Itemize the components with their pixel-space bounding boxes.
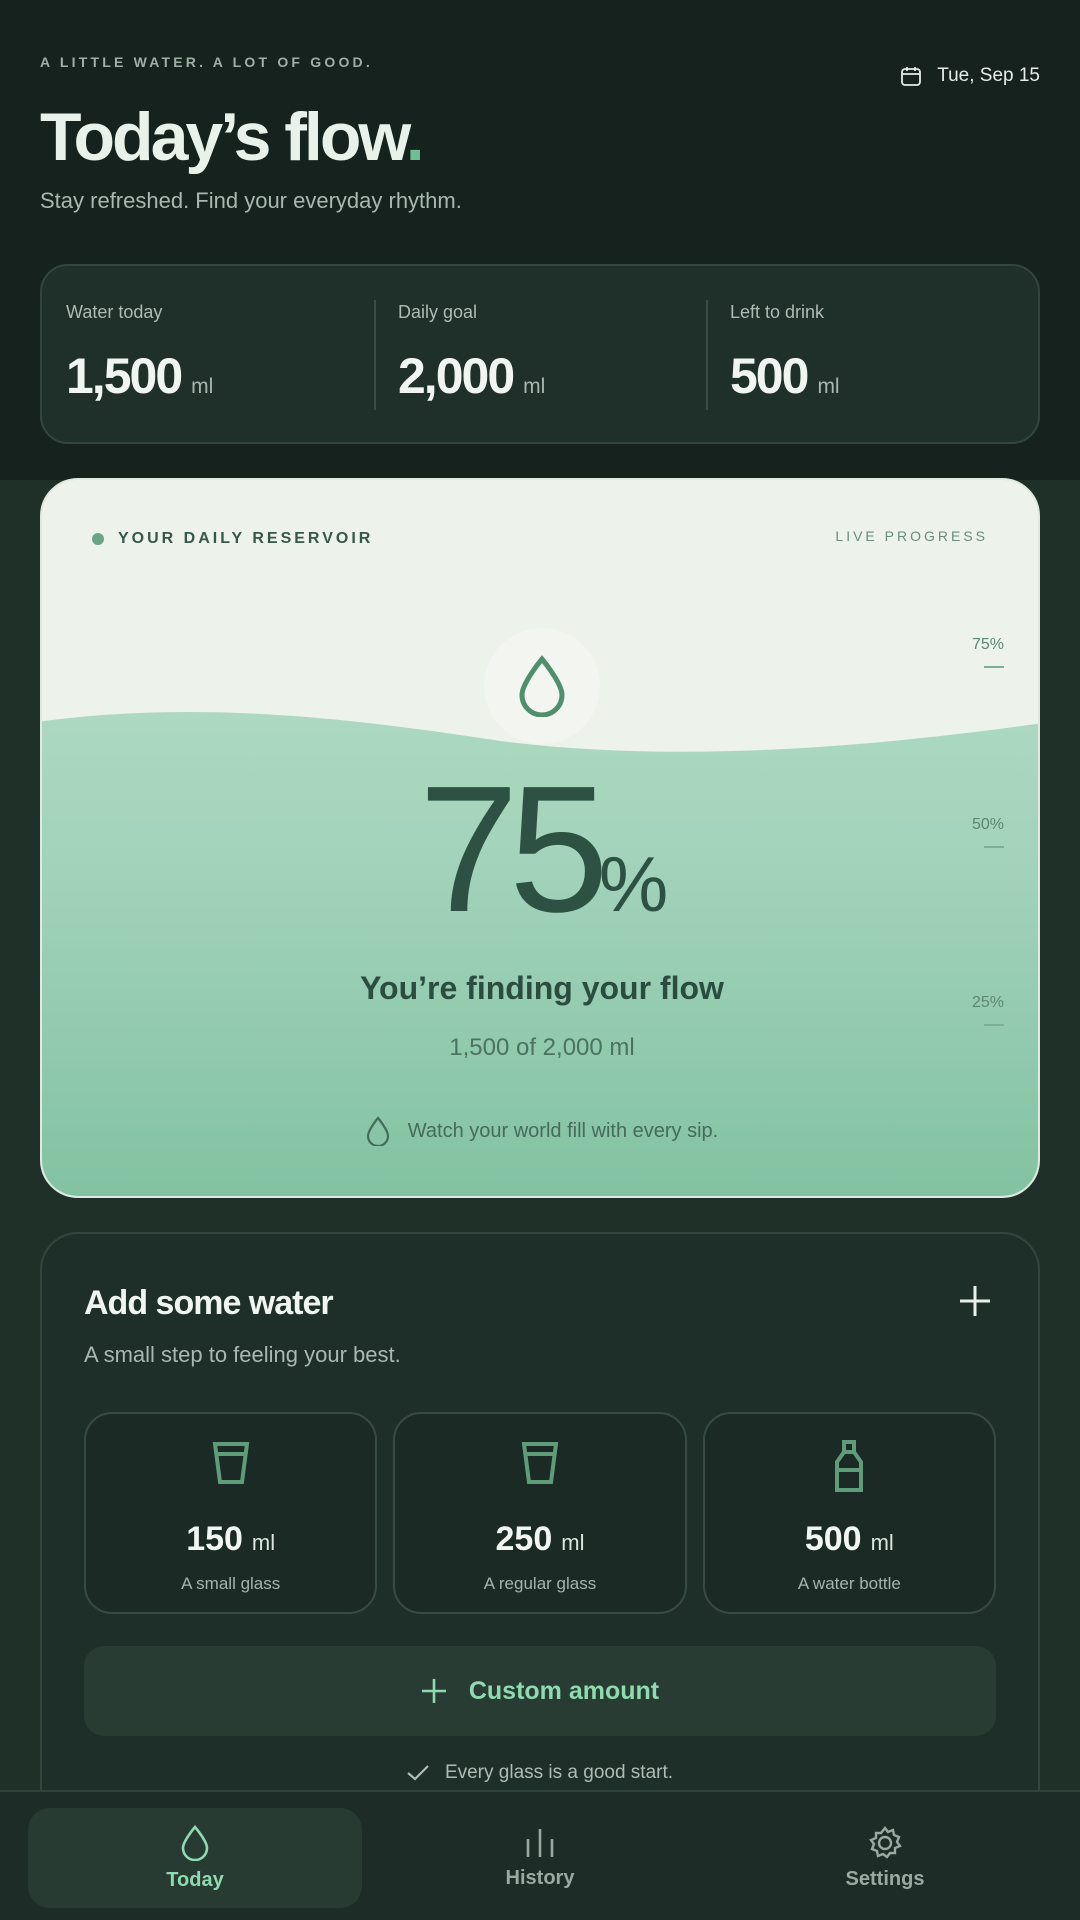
watch-hint: Watch your world fill with every sip.	[42, 1116, 1038, 1146]
stat-unit: ml	[523, 375, 546, 398]
glass-icon	[212, 1442, 249, 1484]
progress-amount: 1,500 of 2,000 ml	[449, 1034, 635, 1061]
bars-icon	[526, 1828, 554, 1857]
add-water-subtitle: A small step to feeling your best.	[84, 1342, 401, 1367]
plus-icon	[421, 1679, 446, 1703]
reservoir-card: YOUR DAILY RESERVOIR LIVE PROGRESS 75% 5…	[40, 478, 1040, 1198]
progress-message: You’re finding your flow	[360, 970, 724, 1006]
status-dot	[92, 533, 104, 545]
preset-500-button[interactable]: 500 ml A water bottle	[702, 1412, 996, 1614]
drop-badge	[484, 628, 600, 744]
stat-left-to-drink: Left to drink 500 ml	[706, 266, 1038, 442]
bottom-nav: Today History Settings	[0, 1790, 1080, 1920]
drop-icon	[519, 655, 565, 717]
progress-percent: 75%	[418, 749, 669, 950]
plus-icon[interactable]	[958, 1284, 992, 1318]
page-title: Today’s flow.	[40, 99, 425, 175]
glass-icon	[521, 1442, 559, 1484]
preset-250-button[interactable]: 250 ml A regular glass	[393, 1412, 687, 1614]
nav-settings[interactable]: Settings	[718, 1808, 1052, 1908]
drop-icon	[181, 1824, 209, 1861]
tagline: A LITTLE WATER. A LOT OF GOOD.	[40, 54, 373, 70]
stat-unit: ml	[191, 375, 214, 398]
title-dot: .	[405, 99, 425, 175]
stat-value: 500	[730, 348, 809, 404]
date-button[interactable]: Tue, Sep 15	[899, 64, 1040, 88]
nav-history[interactable]: History	[373, 1808, 707, 1908]
encouragement-hint: Every glass is a good start.	[42, 1762, 1038, 1784]
stat-label: Water today	[66, 302, 163, 322]
live-progress-label: LIVE PROGRESS	[835, 528, 988, 544]
preset-150-button[interactable]: 150 ml A small glass	[84, 1412, 378, 1614]
page-subtitle: Stay refreshed. Find your everyday rhyth…	[40, 188, 462, 213]
custom-amount-button[interactable]: Custom amount	[84, 1646, 996, 1736]
calendar-icon	[901, 67, 922, 86]
drop-outline-icon	[366, 1116, 389, 1146]
stat-water-today: Water today 1,500 ml	[42, 266, 374, 442]
stats-card: Water today 1,500 ml Daily goal 2,000 ml L…	[40, 264, 1040, 444]
add-water-title: Add some water	[84, 1284, 334, 1322]
preset-list: 150 ml A small glass 250 ml A regular glas…	[84, 1412, 996, 1614]
stat-value: 1,500	[66, 348, 183, 404]
stat-label: Left to drink	[730, 302, 825, 322]
stat-unit: ml	[817, 375, 840, 398]
stat-daily-goal: Daily goal 2,000 ml	[374, 266, 706, 442]
check-icon	[407, 1765, 429, 1781]
tick-75: 75%	[972, 636, 1004, 668]
nav-today[interactable]: Today	[28, 1808, 362, 1908]
date-label: Tue, Sep 15	[937, 65, 1040, 86]
stat-label: Daily goal	[398, 302, 478, 322]
bottle-icon	[835, 1440, 864, 1492]
stat-value: 2,000	[398, 348, 515, 404]
reservoir-label: YOUR DAILY RESERVOIR	[92, 530, 373, 548]
gear-icon	[869, 1825, 902, 1859]
